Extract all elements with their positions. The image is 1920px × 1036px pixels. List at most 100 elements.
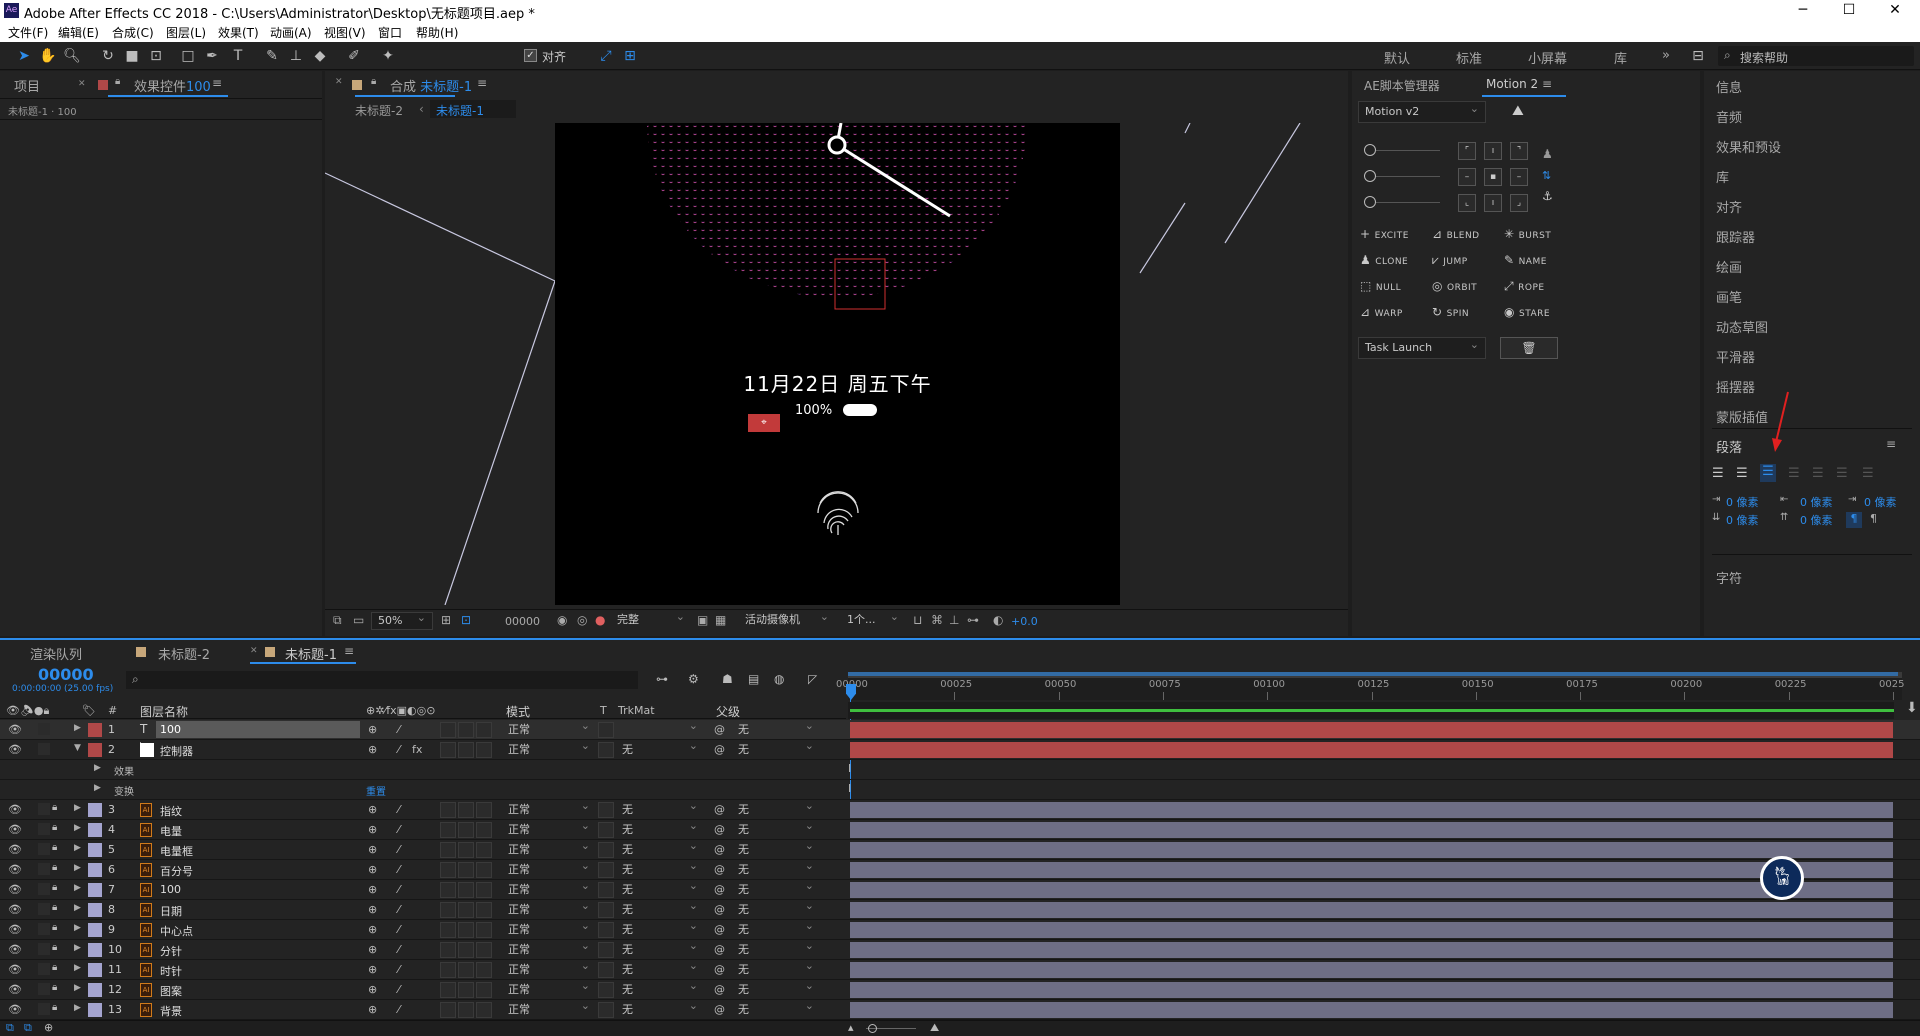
- tab-render-queue[interactable]: 渲染队列: [30, 644, 82, 663]
- eye-icon[interactable]: 👁︎: [8, 723, 22, 736]
- expand-arrow-icon[interactable]: ▶: [74, 823, 81, 833]
- switch-box[interactable]: [476, 862, 492, 878]
- preserve-transparency-box[interactable]: [598, 862, 614, 878]
- resolution-dropdown[interactable]: 完整: [611, 609, 691, 630]
- layer-duration-bar[interactable]: [850, 982, 1893, 998]
- camera-tool-icon[interactable]: ■: [122, 46, 142, 66]
- pen-tool-icon[interactable]: ✒: [202, 46, 222, 66]
- space-before-value[interactable]: 0 像素: [1726, 512, 1759, 528]
- eye-icon[interactable]: 👁︎: [8, 743, 22, 756]
- mode-dropdown[interactable]: 正常: [504, 978, 594, 998]
- slider-track-1[interactable]: [1376, 150, 1440, 151]
- close-button[interactable]: ✕: [1872, 0, 1918, 22]
- quality-switch-icon[interactable]: ⁄: [398, 943, 400, 956]
- switch-box[interactable]: [440, 902, 456, 918]
- switch-box[interactable]: [458, 902, 474, 918]
- trkmat-dropdown[interactable]: [618, 718, 702, 738]
- quality-switch-icon[interactable]: ⁄: [398, 843, 400, 856]
- align-left-icon[interactable]: ☰: [1712, 466, 1724, 481]
- label-color-swatch[interactable]: [88, 903, 102, 917]
- trkmat-dropdown[interactable]: 无: [618, 878, 702, 898]
- expand-arrow-icon[interactable]: ▶: [74, 963, 81, 973]
- eye-icon[interactable]: 👁︎: [8, 963, 22, 976]
- switch-box[interactable]: [458, 822, 474, 838]
- brush-tool-icon[interactable]: ✎: [262, 46, 282, 66]
- channel-icon[interactable]: ●: [595, 613, 605, 627]
- mode-header[interactable]: 模式: [506, 703, 530, 720]
- trkmat-dropdown[interactable]: 无: [618, 958, 702, 978]
- workspace-library[interactable]: 库: [1614, 48, 1627, 67]
- mode-dropdown[interactable]: 正常: [504, 918, 594, 938]
- lock-icon[interactable]: 🔒︎: [52, 802, 57, 813]
- layer-name[interactable]: 电量框: [160, 843, 193, 859]
- expand-arrow-icon[interactable]: ▶: [74, 983, 81, 993]
- layer-duration-bar[interactable]: [850, 822, 1893, 838]
- tab-motion[interactable]: Motion 2: [1486, 77, 1538, 91]
- layer-duration-bar[interactable]: [850, 942, 1893, 958]
- switch-box[interactable]: [440, 862, 456, 878]
- expand-arrow-icon[interactable]: ▶: [74, 903, 81, 913]
- shy-switch-icon[interactable]: ⊕: [368, 823, 377, 836]
- mode-dropdown[interactable]: 正常: [504, 718, 594, 738]
- exposure-value[interactable]: +0.0: [1011, 615, 1038, 628]
- panel-align[interactable]: 对齐: [1716, 197, 1742, 216]
- space-after-value[interactable]: 0 像素: [1800, 512, 1833, 528]
- panel-menu-icon[interactable]: ≡: [344, 644, 354, 658]
- switch-box[interactable]: [476, 722, 492, 738]
- clone-stamp-tool-icon[interactable]: ⊥: [286, 46, 306, 66]
- layer-name[interactable]: 控制器: [160, 743, 193, 759]
- viewer-timecode[interactable]: 00000: [505, 615, 540, 628]
- eye-icon[interactable]: 👁︎: [8, 803, 22, 816]
- comp-marker-bin-icon[interactable]: ⬇: [1906, 700, 1918, 716]
- panel-smoother[interactable]: 平滑器: [1716, 347, 1755, 366]
- region-icon[interactable]: ▣: [697, 613, 708, 627]
- layer-search-input[interactable]: ⌕: [126, 671, 638, 689]
- preserve-transparency-box[interactable]: [598, 982, 614, 998]
- burst-button[interactable]: ✳ BURST: [1504, 227, 1551, 241]
- layer-name[interactable]: 百分号: [160, 863, 193, 879]
- lock-icon[interactable]: 🔒︎: [52, 1002, 57, 1013]
- switch-box[interactable]: [440, 962, 456, 978]
- zoom-dropdown[interactable]: 50%: [371, 610, 433, 630]
- solo-box[interactable]: [38, 803, 50, 815]
- solo-box[interactable]: [38, 963, 50, 975]
- pick-whip-icon[interactable]: @: [714, 883, 725, 896]
- switch-box[interactable]: [440, 922, 456, 938]
- expand-arrow-icon[interactable]: ▶: [94, 783, 101, 793]
- trkmat-dropdown[interactable]: 无: [618, 818, 702, 838]
- toggle-transfer-icon[interactable]: ⧉: [24, 1021, 32, 1035]
- layer-row[interactable]: 👁︎ 🔒︎ ▶ 6 AI 百分号 ⊕ ⁄ 正常 无 @ 无: [0, 858, 1920, 880]
- pick-whip-icon[interactable]: @: [714, 903, 725, 916]
- preserve-transparency-box[interactable]: [598, 822, 614, 838]
- rectangle-tool-icon[interactable]: □: [178, 46, 198, 66]
- workspace-menu-icon[interactable]: ⊟: [1688, 46, 1708, 66]
- eye-icon[interactable]: 👁︎: [8, 1003, 22, 1016]
- close-tab-icon[interactable]: ✕: [250, 646, 258, 656]
- lock-icon[interactable]: 🔒︎: [52, 982, 57, 993]
- label-color-swatch[interactable]: [88, 943, 102, 957]
- anchor-tl-button[interactable]: ⌜: [1458, 142, 1476, 160]
- solo-box[interactable]: [38, 923, 50, 935]
- layer-name[interactable]: 电量: [160, 823, 182, 839]
- pick-whip-icon[interactable]: @: [714, 923, 725, 936]
- label-color-swatch[interactable]: [88, 803, 102, 817]
- menu-edit[interactable]: 编辑(E): [58, 24, 99, 41]
- pick-whip-icon[interactable]: @: [714, 743, 725, 756]
- quality-switch-icon[interactable]: ⁄: [398, 723, 400, 736]
- trkmat-dropdown[interactable]: 无: [618, 898, 702, 918]
- zoom-in-icon[interactable]: ⛰: [930, 1021, 939, 1035]
- selection-tool-icon[interactable]: ➤: [14, 46, 34, 66]
- menu-file[interactable]: 文件(F): [8, 24, 48, 41]
- preserve-transparency-box[interactable]: [598, 902, 614, 918]
- shy-switch-icon[interactable]: ⊕: [368, 943, 377, 956]
- slider-knob-1[interactable]: [1364, 144, 1376, 156]
- trkmat-dropdown[interactable]: 无: [618, 938, 702, 958]
- pick-whip-icon[interactable]: @: [714, 723, 725, 736]
- pick-whip-icon[interactable]: @: [714, 803, 725, 816]
- parent-dropdown[interactable]: 无: [734, 918, 818, 938]
- align-right-icon[interactable]: ☰: [1760, 464, 1776, 482]
- menu-window[interactable]: 窗口: [378, 24, 402, 41]
- indent-right-value[interactable]: 0 像素: [1800, 494, 1833, 510]
- layer-row[interactable]: 👁︎ 🔒︎ ▶ 5 AI 电量框 ⊕ ⁄ 正常 无 @ 无: [0, 838, 1920, 860]
- pick-whip-icon[interactable]: @: [714, 983, 725, 996]
